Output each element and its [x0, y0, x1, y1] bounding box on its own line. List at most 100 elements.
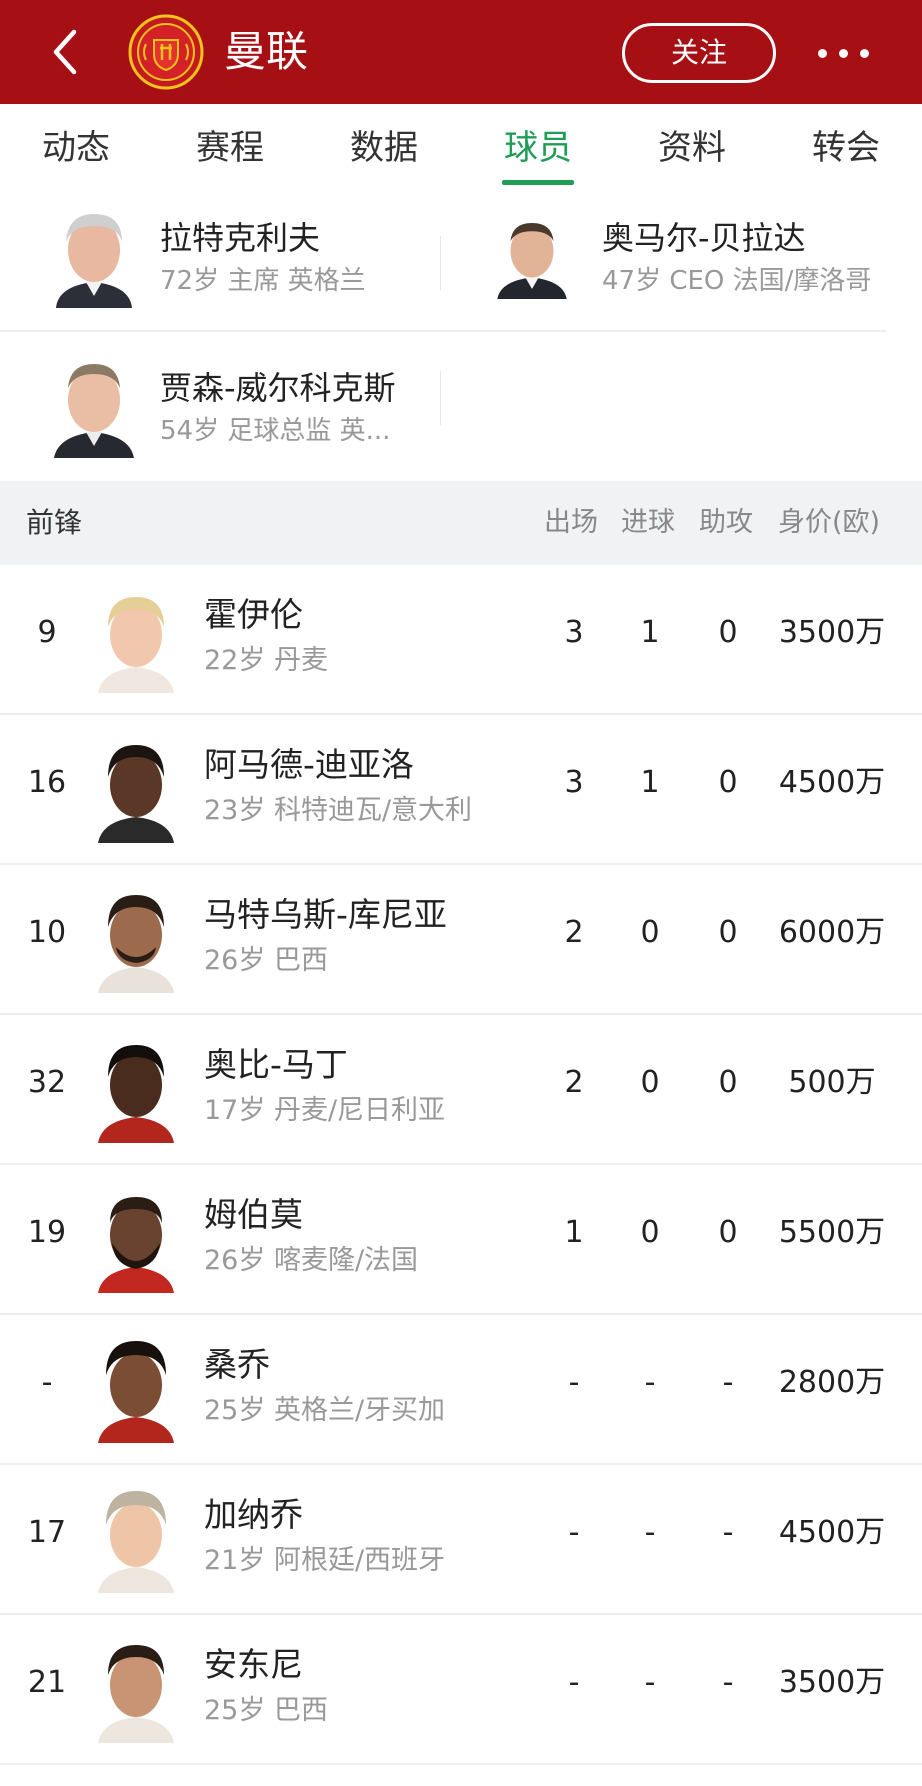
- player-row[interactable]: 17 加纳乔 21岁 阿根廷/西班牙 - - - 4500万: [0, 1465, 922, 1615]
- staff-card[interactable]: 奥马尔-贝拉达 47岁 CEO 法国/摩洛哥: [494, 196, 922, 316]
- staff-meta: 47岁 CEO 法国/摩洛哥: [602, 266, 872, 296]
- player-name: 桑乔: [204, 1345, 270, 1384]
- section-title: 前锋: [26, 506, 83, 539]
- player-number: 19: [27, 1215, 67, 1250]
- player-apps: -: [568, 1515, 580, 1550]
- player-value: 6000万: [778, 915, 886, 950]
- player-number: 21: [27, 1665, 67, 1700]
- staff-card[interactable]: 拉特克利夫 72岁 主席 英格兰: [48, 196, 438, 316]
- player-name: 马特乌斯-库尼亚: [204, 895, 447, 934]
- tab-transfers[interactable]: 转会: [812, 126, 880, 170]
- player-row[interactable]: - 桑乔 25岁 英格兰/牙买加 - - - 2800万: [0, 1315, 922, 1465]
- player-goals: 1: [640, 765, 660, 800]
- divider: [440, 371, 441, 425]
- player-value: 500万: [788, 1065, 876, 1100]
- staff-card[interactable]: 贾森-威尔科克斯 54岁 足球总监 英...: [48, 346, 438, 466]
- player-number: 32: [27, 1065, 67, 1100]
- player-apps: 2: [564, 915, 584, 950]
- player-name: 加纳乔: [204, 1495, 303, 1534]
- player-goals: 0: [640, 1065, 660, 1100]
- tab-info[interactable]: 资料: [658, 126, 726, 170]
- team-crest-icon: [128, 14, 204, 90]
- player-apps: 3: [564, 615, 584, 650]
- player-avatar: [98, 745, 174, 843]
- staff-meta: 54岁 足球总监 英...: [160, 416, 391, 446]
- player-goals: -: [644, 1665, 656, 1700]
- player-goals: -: [644, 1515, 656, 1550]
- player-number: 16: [27, 765, 67, 800]
- player-assists: -: [722, 1515, 734, 1550]
- team-name: 曼联: [224, 27, 309, 76]
- player-goals: 0: [640, 915, 660, 950]
- player-name: 安东尼: [204, 1645, 303, 1684]
- staff-name: 奥马尔-贝拉达: [602, 219, 806, 257]
- staff-avatar: [494, 213, 570, 299]
- player-assists: -: [722, 1365, 734, 1400]
- player-row[interactable]: 32 奥比-马丁 17岁 丹麦/尼日利亚 2 0 0 500万: [0, 1015, 922, 1165]
- player-name: 阿马德-迪亚洛: [204, 745, 414, 784]
- staff-avatar: [48, 204, 140, 308]
- player-number: -: [41, 1365, 53, 1400]
- tab-news[interactable]: 动态: [42, 126, 110, 170]
- player-name: 霍伊伦: [204, 595, 303, 634]
- player-avatar: [98, 1645, 174, 1743]
- tab-stats[interactable]: 数据: [350, 126, 418, 170]
- player-avatar: [98, 895, 174, 993]
- player-avatar: [98, 597, 174, 693]
- player-number: 17: [27, 1515, 67, 1550]
- player-avatar: [98, 1197, 174, 1293]
- staff-name: 贾森-威尔科克斯: [160, 369, 396, 407]
- back-arrow-icon[interactable]: [46, 26, 86, 78]
- staff-avatar: [48, 354, 140, 458]
- player-meta: 26岁 巴西: [204, 945, 328, 976]
- player-value: 5500万: [778, 1215, 886, 1250]
- player-name: 姆伯莫: [204, 1195, 303, 1234]
- player-apps: -: [568, 1365, 580, 1400]
- col-head-value: 身价(欧): [778, 507, 881, 538]
- col-head-assists: 助攻: [699, 507, 753, 538]
- active-tab-indicator: [502, 180, 574, 185]
- player-apps: -: [568, 1665, 580, 1700]
- app-header: 曼联 关注: [0, 0, 922, 104]
- player-goals: 0: [640, 1215, 660, 1250]
- more-options-icon[interactable]: [816, 36, 880, 68]
- player-apps: 1: [564, 1215, 584, 1250]
- col-head-apps: 出场: [544, 507, 598, 538]
- player-avatar: [98, 1045, 174, 1143]
- forwards-section-header: 前锋 出场 进球 助攻 身价(欧): [0, 481, 922, 565]
- player-row[interactable]: 10 马特乌斯-库尼亚 26岁 巴西 2 0 0 6000万: [0, 865, 922, 1015]
- tab-players[interactable]: 球员: [504, 126, 572, 170]
- player-goals: -: [644, 1365, 656, 1400]
- divider: [440, 236, 441, 290]
- player-row[interactable]: 9 霍伊伦 22岁 丹麦 3 1 0 3500万: [0, 565, 922, 715]
- staff-name: 拉特克利夫: [160, 219, 321, 257]
- divider: [0, 330, 886, 332]
- player-name: 奥比-马丁: [204, 1045, 348, 1084]
- player-value: 4500万: [778, 765, 886, 800]
- player-meta: 26岁 喀麦隆/法国: [204, 1245, 419, 1276]
- player-assists: 0: [718, 1065, 738, 1100]
- player-avatar: [98, 1341, 174, 1443]
- player-apps: 2: [564, 1065, 584, 1100]
- player-meta: 21岁 阿根廷/西班牙: [204, 1545, 446, 1576]
- player-row[interactable]: 19 姆伯莫 26岁 喀麦隆/法国 1 0 0 5500万: [0, 1165, 922, 1315]
- player-value: 2800万: [778, 1365, 886, 1400]
- player-meta: 17岁 丹麦/尼日利亚: [204, 1095, 446, 1126]
- tab-schedule[interactable]: 赛程: [196, 126, 264, 170]
- player-meta: 23岁 科特迪瓦/意大利: [204, 795, 473, 826]
- player-value: 4500万: [778, 1515, 886, 1550]
- staff-meta: 72岁 主席 英格兰: [160, 266, 366, 296]
- player-row[interactable]: 21 安东尼 25岁 巴西 - - - 3500万: [0, 1615, 922, 1765]
- staff-section: 拉特克利夫 72岁 主席 英格兰 奥马尔-贝拉达 47岁 CEO 法国/摩洛哥 …: [0, 196, 922, 481]
- player-avatar: [98, 1491, 174, 1593]
- player-assists: 0: [718, 915, 738, 950]
- player-assists: 0: [718, 1215, 738, 1250]
- tab-bar: 动态 赛程 数据 球员 资料 转会: [0, 104, 922, 192]
- player-number: 9: [37, 615, 57, 650]
- player-assists: -: [722, 1665, 734, 1700]
- player-meta: 25岁 英格兰/牙买加: [204, 1395, 446, 1426]
- player-assists: 0: [718, 615, 738, 650]
- player-assists: 0: [718, 765, 738, 800]
- player-row[interactable]: 16 阿马德-迪亚洛 23岁 科特迪瓦/意大利 3 1 0 4500万: [0, 715, 922, 865]
- follow-button[interactable]: 关注: [622, 23, 776, 83]
